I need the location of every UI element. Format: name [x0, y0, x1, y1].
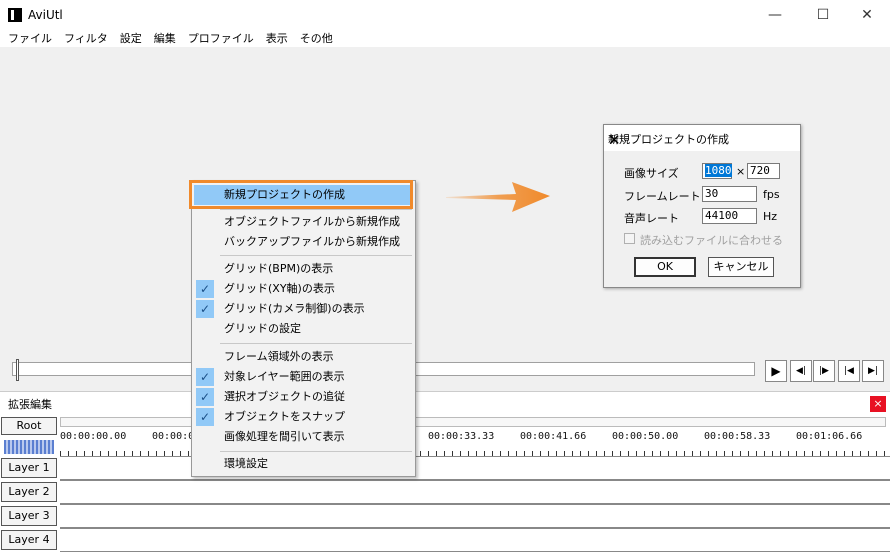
minimize-button[interactable]: — [752, 0, 798, 30]
ruler-label: 00:00:00.00 [60, 431, 127, 442]
ruler-label: 00:00:58.33 [704, 431, 771, 442]
check-icon: ✓ [196, 300, 214, 318]
menu-item-label: 対象レイヤー範囲の表示 [224, 370, 345, 383]
height-input[interactable]: 720 [747, 163, 780, 179]
ruler-label: 00:01:06.66 [796, 431, 863, 442]
layer-row: Layer 3 [0, 504, 890, 528]
audiorate-unit: Hz [763, 210, 778, 223]
layer-lane[interactable] [60, 480, 890, 504]
menu-separator [220, 255, 412, 256]
audiorate-label: 音声レート [624, 212, 679, 225]
app-icon [8, 8, 22, 22]
timeline: Root 00:00:00.00 00:00:08 00:00:33.33 00… [0, 413, 890, 553]
menu-settings[interactable]: 設定 [120, 30, 142, 47]
check-icon: ✓ [196, 280, 214, 298]
play-button[interactable]: ▶ [765, 360, 787, 382]
extension-edit-title: 拡張編集 [8, 398, 52, 411]
menu-item-new-from-backup[interactable]: バックアップファイルから新規作成 [194, 232, 413, 252]
menu-item-grid-camera[interactable]: ✓ グリッド(カメラ制御)の表示 [194, 299, 413, 319]
menu-item-label: オブジェクトをスナップ [224, 410, 345, 423]
next-frame-icon: |▶ [819, 366, 829, 376]
menu-separator [220, 343, 412, 344]
last-frame-icon: ▶| [868, 366, 878, 376]
menu-item-thin-out-display[interactable]: 画像処理を間引いて表示 [194, 427, 413, 447]
menu-file[interactable]: ファイル [8, 30, 52, 47]
layer-lane[interactable] [60, 504, 890, 528]
next-frame-button[interactable]: |▶ [813, 360, 835, 382]
image-size-label: 画像サイズ [624, 167, 679, 180]
root-button[interactable]: Root [1, 417, 57, 435]
menu-item-grid-bpm[interactable]: グリッド(BPM)の表示 [194, 259, 413, 279]
maximize-button[interactable]: ☐ [800, 0, 846, 30]
framerate-input[interactable]: 30 [702, 186, 757, 202]
ruler-label: 00:00:33.33 [428, 431, 495, 442]
menu-separator [220, 451, 412, 452]
aviutl-screen: AviUtl — ☐ ✕ ファイル フィルタ 設定 編集 プロファイル 表示 そ… [0, 0, 890, 553]
menu-item-follow-selected[interactable]: ✓ 選択オブジェクトの追従 [194, 387, 413, 407]
menu-item-preferences[interactable]: 環境設定 [194, 454, 413, 474]
layer-lane[interactable] [60, 456, 890, 480]
layer-button[interactable]: Layer 4 [1, 530, 57, 550]
layer-row: Layer 4 [0, 528, 890, 552]
menu-edit[interactable]: 編集 [154, 30, 176, 47]
last-frame-button[interactable]: ▶| [862, 360, 884, 382]
context-menu: 新規プロジェクトの作成 オブジェクトファイルから新規作成 バックアップファイルか… [191, 180, 416, 477]
timeline-scrollbar[interactable] [60, 417, 886, 427]
menu-filter[interactable]: フィルタ [64, 30, 108, 47]
first-frame-icon: |◀ [844, 366, 854, 376]
seek-thumb[interactable] [16, 359, 19, 381]
menu-profile[interactable]: プロファイル [188, 30, 254, 47]
layer-button[interactable]: Layer 3 [1, 506, 57, 526]
highlight-annotation [189, 180, 413, 209]
new-project-dialog: 新規プロジェクトの作成 ✕ 画像サイズ 1080 × 720 フレームレート 3… [603, 124, 801, 288]
title-bar: AviUtl — ☐ ✕ [0, 0, 890, 30]
ruler-label: 00:00:50.00 [612, 431, 679, 442]
check-icon: ✓ [196, 368, 214, 386]
layer-row: Layer 1 [0, 456, 890, 480]
dialog-titlebar: 新規プロジェクトの作成 ✕ [604, 125, 800, 151]
menu-item-new-from-object[interactable]: オブジェクトファイルから新規作成 [194, 212, 413, 232]
framerate-unit: fps [763, 188, 780, 201]
menu-item-label: グリッド(XY軸)の表示 [224, 282, 335, 295]
close-button[interactable]: ✕ [844, 0, 890, 30]
menu-item-target-layer-range[interactable]: ✓ 対象レイヤー範囲の表示 [194, 367, 413, 387]
extension-edit-close-button[interactable]: × [870, 396, 886, 412]
prev-frame-button[interactable]: ◀| [790, 360, 812, 382]
check-icon: ✓ [196, 388, 214, 406]
menu-other[interactable]: その他 [300, 30, 333, 47]
menu-bar: ファイル フィルタ 設定 編集 プロファイル 表示 その他 [0, 30, 890, 47]
extension-edit-titlebar: 拡張編集 × [0, 391, 890, 413]
cancel-button[interactable]: キャンセル [708, 257, 774, 277]
framerate-label: フレームレート [624, 190, 701, 203]
dialog-close-button[interactable]: ✕ [608, 131, 794, 149]
check-icon: ✓ [196, 408, 214, 426]
window-title: AviUtl [28, 8, 63, 22]
width-input[interactable]: 1080 [702, 163, 732, 179]
menu-item-label: グリッド(カメラ制御)の表示 [224, 302, 365, 315]
play-icon: ▶ [771, 364, 781, 378]
arrow-icon [446, 182, 550, 212]
match-file-checkbox[interactable] [624, 233, 635, 244]
layer-row: Layer 2 [0, 480, 890, 504]
match-file-label: 読み込むファイルに合わせる [640, 234, 783, 247]
menu-item-outside-frame[interactable]: フレーム領域外の表示 [194, 347, 413, 367]
menu-separator [220, 209, 412, 210]
ruler-label: 00:00:41.66 [520, 431, 587, 442]
menu-item-label: 選択オブジェクトの追従 [224, 390, 345, 403]
width-value: 1080 [705, 164, 732, 177]
zoom-bar[interactable] [4, 440, 54, 454]
layer-button[interactable]: Layer 2 [1, 482, 57, 502]
layer-lane[interactable] [60, 528, 890, 552]
menu-item-grid-xy[interactable]: ✓ グリッド(XY軸)の表示 [194, 279, 413, 299]
menu-item-snap-object[interactable]: ✓ オブジェクトをスナップ [194, 407, 413, 427]
menu-view[interactable]: 表示 [266, 30, 288, 47]
prev-frame-icon: ◀| [796, 366, 806, 376]
ok-button[interactable]: OK [634, 257, 696, 277]
audiorate-input[interactable]: 44100 [702, 208, 757, 224]
menu-item-grid-settings[interactable]: グリッドの設定 [194, 319, 413, 339]
layer-button[interactable]: Layer 1 [1, 458, 57, 478]
first-frame-button[interactable]: |◀ [838, 360, 860, 382]
times-sign: × [736, 165, 746, 178]
